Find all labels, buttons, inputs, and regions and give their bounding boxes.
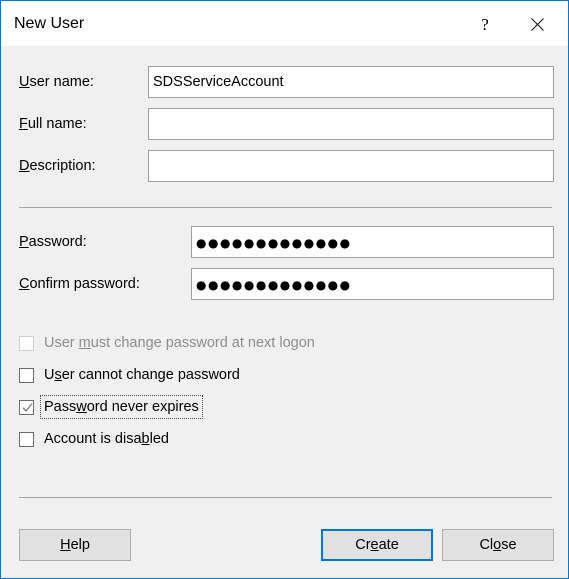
create-button[interactable]: Create <box>321 529 433 561</box>
full-name-access-key: F <box>19 116 28 132</box>
cannot-change-password-label-pre: U <box>44 367 55 383</box>
full-name-input[interactable] <box>148 108 554 140</box>
password-never-expires-checkbox[interactable] <box>19 399 34 415</box>
checkmark-icon <box>21 401 34 414</box>
close-caption-button[interactable] <box>514 2 560 46</box>
close-icon <box>530 17 544 31</box>
account-disabled-checkbox[interactable] <box>19 431 34 447</box>
window-title: New User <box>14 15 85 32</box>
password-never-expires-access-key: w <box>76 399 87 415</box>
field-row-description: Description: <box>19 150 554 182</box>
cannot-change-password-label[interactable]: User cannot change password <box>41 364 243 386</box>
password-label: Password: <box>19 226 87 258</box>
user-name-input[interactable] <box>148 66 554 98</box>
checkbox-row-password-never-expires[interactable]: Password never expires <box>19 395 203 419</box>
help-button-label: Help <box>60 537 90 553</box>
confirm-password-label: Confirm password: <box>19 268 140 300</box>
field-row-password: Password: ●●●●●●●●●●●●● <box>19 226 554 258</box>
account-disabled-label-post: led <box>149 431 169 447</box>
dialog-client-area: User name: Full name: Description: Passw… <box>1 46 568 578</box>
password-access-key: P <box>19 234 29 250</box>
user-name-label-text: ser name: <box>29 74 94 90</box>
title-bar: New User ? <box>1 0 568 46</box>
close-button-label-post: se <box>501 537 517 553</box>
checkbox-row-cannot-change-password[interactable]: User cannot change password <box>19 364 243 386</box>
close-button-label-pre: Cl <box>479 537 494 553</box>
checkbox-row-account-disabled[interactable]: Account is disabled <box>19 428 172 450</box>
description-access-key: D <box>19 158 30 174</box>
create-button-label: Create <box>355 537 399 553</box>
password-never-expires-label-post: ord never expires <box>86 399 199 415</box>
user-name-access-key: U <box>19 74 30 90</box>
must-change-password-label-post: ust change password at next logon <box>90 335 315 351</box>
checkbox-row-must-change-password: User must change password at next logon <box>19 332 318 354</box>
close-button-label: Close <box>479 537 516 553</box>
create-button-access-key: e <box>370 537 379 553</box>
help-button-access-key: H <box>60 537 71 553</box>
cannot-change-password-label-post: er cannot change password <box>61 367 240 383</box>
must-change-password-label: User must change password at next logon <box>41 332 318 354</box>
password-label-text: assword: <box>28 234 87 250</box>
description-input[interactable] <box>148 150 554 182</box>
help-button-label-post: elp <box>70 537 90 553</box>
question-mark-icon: ? <box>481 14 489 34</box>
confirm-password-access-key: C <box>19 276 30 292</box>
password-never-expires-label-pre: Pass <box>44 399 77 415</box>
confirm-password-masked-value: ●●●●●●●●●●●●● <box>196 278 352 292</box>
user-name-label: User name: <box>19 66 94 98</box>
password-masked-value: ●●●●●●●●●●●●● <box>196 236 352 250</box>
close-button-access-key: o <box>493 537 502 553</box>
full-name-label: Full name: <box>19 108 87 140</box>
new-user-dialog: New User ? User name: Full name: <box>0 0 569 579</box>
create-button-label-post: ate <box>378 537 399 553</box>
full-name-label-text: ull name: <box>27 116 87 132</box>
field-row-confirm-password: Confirm password: ●●●●●●●●●●●●● <box>19 268 554 300</box>
help-button[interactable]: Help <box>19 529 131 561</box>
account-disabled-label-pre: Account is disa <box>44 431 142 447</box>
password-input[interactable]: ●●●●●●●●●●●●● <box>191 226 554 258</box>
confirm-password-input[interactable]: ●●●●●●●●●●●●● <box>191 268 554 300</box>
field-row-full-name: Full name: <box>19 108 554 140</box>
create-button-label-pre: Cr <box>355 537 371 553</box>
confirm-password-label-text: onfirm password: <box>29 276 140 292</box>
separator-top <box>19 207 552 208</box>
cannot-change-password-access-key: s <box>54 367 62 383</box>
must-change-password-label-pre: User <box>44 335 79 351</box>
account-disabled-label[interactable]: Account is disabled <box>41 428 172 450</box>
password-never-expires-label[interactable]: Password never expires <box>40 395 203 419</box>
separator-bottom <box>19 497 552 498</box>
help-caption-button[interactable]: ? <box>462 2 508 46</box>
must-change-password-access-key: m <box>78 335 91 351</box>
field-row-user-name: User name: <box>19 66 554 98</box>
close-button[interactable]: Close <box>442 529 554 561</box>
cannot-change-password-checkbox[interactable] <box>19 367 34 383</box>
account-disabled-access-key: b <box>141 431 150 447</box>
must-change-password-checkbox <box>19 335 34 351</box>
description-label: Description: <box>19 150 96 182</box>
description-label-text: escription: <box>29 158 96 174</box>
